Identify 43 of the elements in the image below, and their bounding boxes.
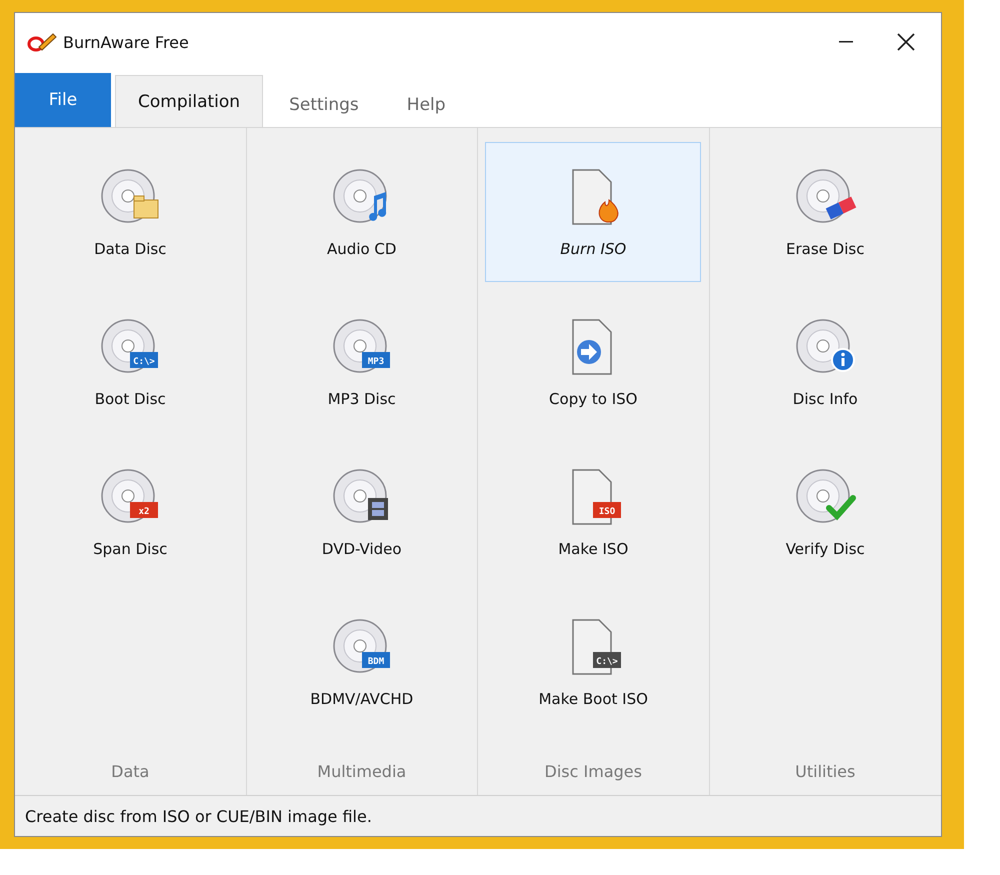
tool-button[interactable]: Data Disc	[22, 142, 238, 282]
badge-text: C:\>	[133, 357, 156, 367]
tool-button[interactable]: Erase Disc	[717, 142, 934, 282]
flame-icon	[599, 200, 619, 222]
group-label: Disc Images	[544, 761, 642, 783]
close-icon	[897, 33, 915, 51]
badge-text: C:\>	[596, 657, 618, 667]
tool-button[interactable]: BDM BDMV/AVCHD	[254, 592, 470, 732]
tool-button[interactable]: MP3 MP3 Disc	[254, 292, 470, 432]
film-strip-icon	[368, 498, 388, 520]
check-icon	[826, 495, 856, 520]
music-note-icon	[368, 192, 386, 221]
disc-icon	[333, 169, 386, 223]
ribbon-tab[interactable]: Settings	[267, 83, 381, 127]
badge-text: MP3	[368, 357, 384, 367]
tool-button[interactable]: C:\> Boot Disc	[22, 292, 238, 432]
disc-icon	[796, 469, 850, 523]
tool-button[interactable]: Audio CD	[254, 142, 470, 282]
ribbon-tab[interactable]: Help	[384, 83, 468, 127]
status-text: Create disc from ISO or CUE/BIN image file.	[15, 795, 941, 836]
eraser-icon	[826, 196, 856, 220]
window-title: BurnAware Free	[63, 32, 190, 52]
tool-button[interactable]: ISO Make ISO	[485, 442, 702, 582]
group-label: Data	[111, 761, 150, 783]
info-icon	[831, 348, 856, 372]
ribbon-tab[interactable]: Compilation	[115, 75, 264, 127]
badge-text: BDM	[368, 657, 384, 667]
group-label: Utilities	[795, 761, 856, 783]
folder-icon	[134, 196, 159, 218]
badge-text: x2	[138, 507, 150, 517]
badge-text: ISO	[599, 507, 616, 517]
tool-button[interactable]: Copy to ISO	[485, 292, 702, 432]
tool-button[interactable]: Disc Info	[717, 292, 934, 432]
tool-button[interactable]: x2 Span Disc	[22, 442, 238, 582]
tool-button[interactable]: C:\> Make Boot ISO	[485, 592, 702, 732]
minimize-icon	[839, 41, 853, 43]
group-label: Multimedia	[317, 761, 406, 783]
app-logo-icon	[27, 31, 57, 53]
document-icon	[572, 169, 612, 225]
tool-button[interactable]: Verify Disc	[717, 442, 934, 582]
file-menu-button[interactable]: File	[15, 73, 111, 127]
tool-button[interactable]: DVD-Video	[254, 442, 470, 582]
tool-button[interactable]: Burn ISO	[485, 142, 702, 282]
